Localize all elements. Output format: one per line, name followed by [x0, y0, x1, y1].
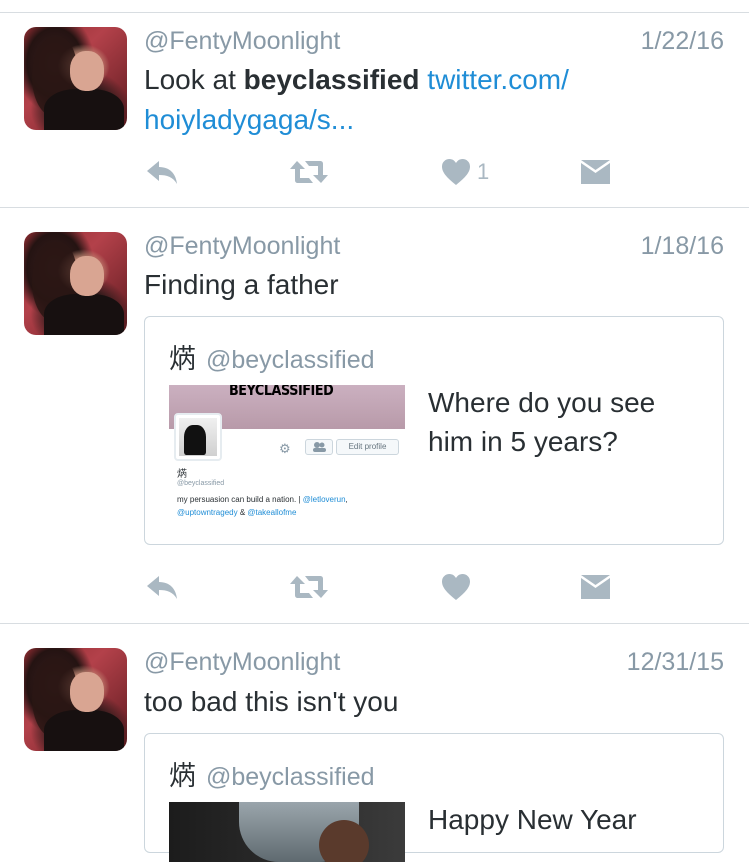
- avatar[interactable]: [24, 648, 127, 751]
- top-divider: [0, 12, 749, 13]
- edit-profile-button: Edit profile: [336, 439, 399, 455]
- profile-bio: my persuasion can build a nation. | @let…: [177, 495, 348, 504]
- quoted-text: Happy New Year: [428, 804, 637, 835]
- profile-bio-text: my persuasion can build a nation. |: [177, 495, 303, 504]
- avatar[interactable]: [24, 232, 127, 335]
- quoted-tweet[interactable]: 焫 @beyclassified BEYCLASSIFIED ⚙ Edit pr…: [144, 316, 724, 545]
- profile-bio-link: @letloverun: [302, 495, 346, 504]
- envelope-icon: [581, 575, 610, 599]
- quoted-image[interactable]: BEYCLASSIFIED ⚙ Edit profile 焫 @beyclass…: [169, 385, 405, 518]
- profile-bio-amp: &: [237, 508, 248, 517]
- tweet-date: 1/22/16: [640, 27, 724, 55]
- envelope-icon: [581, 160, 610, 184]
- reply-button[interactable]: [145, 156, 179, 188]
- like-button[interactable]: [441, 571, 471, 603]
- tweet-text: Finding a father: [144, 269, 339, 300]
- tweet-handle[interactable]: @FentyMoonlight: [144, 648, 340, 677]
- profile-bio-link: @uptowntragedy: [177, 508, 238, 517]
- tweet-divider: [0, 207, 749, 208]
- profile-name: 焫: [177, 469, 187, 480]
- heart-icon: [442, 159, 470, 185]
- profile-bio-line-2: @uptowntragedy & @takeallofme: [177, 508, 296, 517]
- dm-button[interactable]: [580, 571, 611, 603]
- like-button[interactable]: 1: [441, 156, 489, 188]
- quoted-handle: @beyclassified: [206, 346, 375, 374]
- profile-bio-comma: ,: [345, 495, 348, 504]
- profile-bio-link: @takeallofme: [247, 508, 297, 517]
- retweet-button[interactable]: [289, 571, 329, 603]
- profile-banner-title: BEYCLASSIFIED: [229, 385, 334, 399]
- quoted-handle: @beyclassified: [206, 763, 375, 791]
- quoted-name: 焫: [169, 344, 196, 375]
- reply-button[interactable]: [145, 571, 179, 603]
- tweet-date: 1/18/16: [640, 232, 724, 260]
- tweet-actions: [0, 571, 749, 611]
- reply-icon: [147, 576, 177, 599]
- tweet-handle[interactable]: @FentyMoonlight: [144, 27, 340, 56]
- quoted-image[interactable]: [169, 802, 405, 862]
- tweet-text-bold[interactable]: beyclassified: [244, 64, 420, 95]
- tweet-divider: [0, 623, 749, 624]
- avatar[interactable]: [24, 27, 127, 130]
- tweet-text: Look at beyclassified twitter.com/ hoiyl…: [144, 60, 724, 140]
- retweet-icon: [290, 576, 328, 598]
- tweet-date: 12/31/15: [626, 648, 724, 676]
- profile-photo: [174, 413, 222, 461]
- gear-icon: ⚙: [279, 441, 291, 456]
- quoted-author: 焫 @beyclassified: [169, 337, 375, 376]
- profile-handle: @beyclassified: [177, 480, 225, 487]
- tweet-handle[interactable]: @FentyMoonlight: [144, 232, 340, 261]
- quoted-text: Where do you see him in 5 years?: [428, 387, 656, 457]
- tweet-text: too bad this isn't you: [144, 686, 399, 717]
- quoted-author: 焫 @beyclassified: [169, 754, 375, 793]
- follow-people-icon: [305, 439, 333, 455]
- tweet-actions: 1: [0, 156, 749, 196]
- retweet-button[interactable]: [289, 156, 329, 188]
- like-count: 1: [477, 159, 490, 184]
- reply-icon: [147, 161, 177, 184]
- dm-button[interactable]: [580, 156, 611, 188]
- retweet-icon: [290, 161, 328, 183]
- heart-icon: [442, 574, 470, 600]
- tweet-text-plain: Look at: [144, 64, 244, 95]
- quoted-name: 焫: [169, 761, 196, 792]
- quoted-tweet[interactable]: 焫 @beyclassified Happy New Year: [144, 733, 724, 862]
